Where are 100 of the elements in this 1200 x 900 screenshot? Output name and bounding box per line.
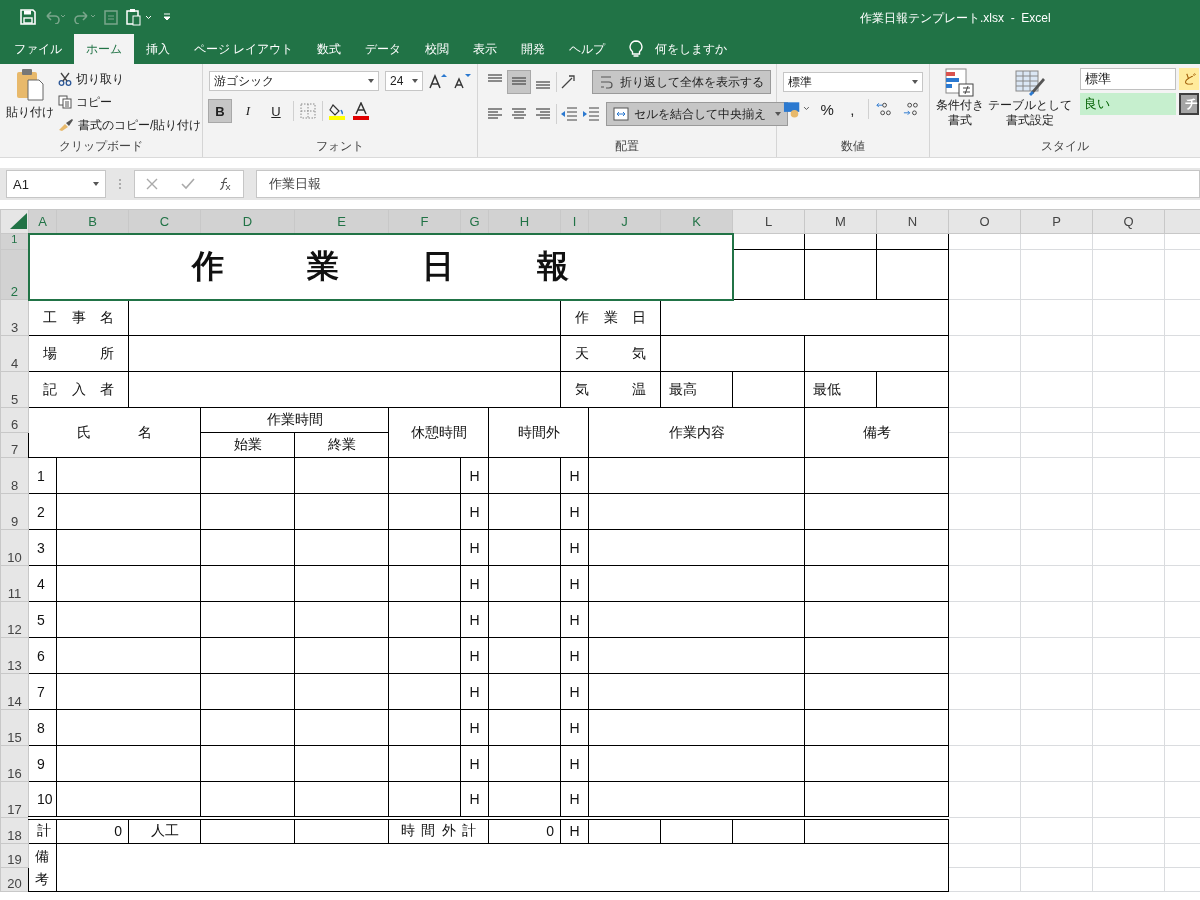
- row-header[interactable]: 10: [0, 529, 29, 566]
- row-header[interactable]: 4: [0, 335, 29, 372]
- row-header[interactable]: 15: [0, 709, 29, 746]
- function-icon[interactable]: [217, 177, 232, 191]
- cell-style-swatch[interactable]: 良い: [1080, 93, 1176, 115]
- column-header[interactable]: L: [732, 209, 805, 234]
- font-style-button[interactable]: B: [209, 100, 231, 122]
- ribbon-tab[interactable]: 表示: [461, 34, 510, 64]
- group-label: 数値: [840, 138, 866, 155]
- ribbon-tab[interactable]: ページ レイアウト: [182, 34, 306, 64]
- undo-icon[interactable]: [44, 10, 66, 24]
- font-color-icon[interactable]: [353, 102, 369, 120]
- row-header[interactable]: 18: [0, 817, 29, 844]
- column-header[interactable]: C: [128, 209, 201, 234]
- column-header[interactable]: G: [460, 209, 489, 234]
- ribbon-tab[interactable]: ヘルプ: [557, 34, 618, 64]
- ribbon-tab[interactable]: 数式: [305, 34, 354, 64]
- table-cell: 1: [28, 457, 57, 494]
- font-style-button[interactable]: U: [265, 100, 287, 122]
- row-header[interactable]: 19: [0, 843, 29, 868]
- borders-icon[interactable]: [300, 103, 316, 119]
- row-header[interactable]: 8: [0, 457, 29, 494]
- table-cell: H: [560, 493, 589, 530]
- increase-indent-icon[interactable]: [581, 105, 601, 123]
- wrap-text-button[interactable]: 折り返して全体を表示する: [593, 71, 770, 93]
- row-header[interactable]: 5: [0, 371, 29, 408]
- table-cell: H: [460, 637, 489, 674]
- column-header[interactable]: B: [56, 209, 129, 234]
- row-header[interactable]: 14: [0, 673, 29, 710]
- row-header[interactable]: 6: [0, 407, 29, 433]
- conditional-formatting-icon: [945, 68, 975, 98]
- column-header[interactable]: A: [28, 209, 57, 234]
- increase-font-size-icon[interactable]: [429, 73, 447, 89]
- paste-icon[interactable]: [126, 8, 154, 26]
- customize-icon[interactable]: [162, 12, 172, 22]
- font-name-dropdown[interactable]: 游ゴシック: [209, 71, 379, 91]
- column-header[interactable]: O: [948, 209, 1021, 234]
- table-cell: 0: [488, 817, 561, 844]
- checkmark-icon[interactable]: [181, 178, 195, 190]
- row-header[interactable]: 2: [0, 249, 29, 300]
- column-header[interactable]: J: [588, 209, 661, 234]
- decrease-indent-icon[interactable]: [559, 105, 579, 123]
- conditional-formatting-button[interactable]: 条件付き 書式: [936, 68, 984, 128]
- font-style-button[interactable]: I: [237, 100, 259, 122]
- column-header[interactable]: M: [804, 209, 877, 234]
- table-cell: H: [560, 817, 589, 844]
- cancel-icon[interactable]: [146, 178, 159, 190]
- percent-button[interactable]: %: [817, 100, 837, 118]
- column-header[interactable]: I: [560, 209, 589, 234]
- table-cell: H: [460, 709, 489, 746]
- column-header[interactable]: F: [388, 209, 461, 234]
- format-as-table-button[interactable]: テーブルとして 書式設定: [988, 68, 1072, 128]
- column-header[interactable]: Q: [1092, 209, 1165, 234]
- row-header[interactable]: 11: [0, 565, 29, 602]
- merge-center-button[interactable]: セルを結合して中央揃え: [607, 103, 787, 125]
- ribbon-tab[interactable]: ファイル: [2, 34, 74, 64]
- ribbon-tab[interactable]: ホーム: [74, 34, 134, 64]
- column-header[interactable]: E: [294, 209, 389, 234]
- clipboard-icon[interactable]: [104, 9, 118, 25]
- comma-button[interactable]: ,: [842, 100, 862, 118]
- vertical-align-icon[interactable]: [508, 71, 530, 93]
- name-box[interactable]: A1: [6, 170, 106, 198]
- row-header[interactable]: 20: [0, 867, 29, 892]
- column-header[interactable]: N: [876, 209, 949, 234]
- row-header[interactable]: 12: [0, 601, 29, 638]
- row-header[interactable]: 16: [0, 745, 29, 782]
- format-painter-button[interactable]: 書式のコピー/貼り付け: [58, 114, 202, 136]
- row-header[interactable]: 3: [0, 299, 29, 336]
- column-header[interactable]: H: [488, 209, 561, 234]
- cell-style-swatch[interactable]: ど: [1179, 68, 1199, 90]
- lightbulb-icon: [629, 40, 644, 58]
- cut-button[interactable]: 切り取り: [58, 68, 202, 90]
- ribbon-tab[interactable]: 挿入: [134, 34, 182, 64]
- fill-color-icon[interactable]: [329, 102, 347, 120]
- row-header[interactable]: 7: [0, 432, 29, 458]
- tell-me-field[interactable]: 何をしますか: [653, 41, 758, 57]
- column-header[interactable]: P: [1020, 209, 1093, 234]
- font-size-dropdown[interactable]: 24: [385, 71, 423, 91]
- table-cell: H: [460, 529, 489, 566]
- select-all-icon[interactable]: [8, 212, 28, 230]
- copy-button[interactable]: コピー: [58, 91, 202, 113]
- decrease-font-size-icon[interactable]: [453, 73, 471, 89]
- currency-icon[interactable]: [783, 100, 812, 118]
- table-cell: 6: [28, 637, 57, 674]
- row-header[interactable]: 17: [0, 781, 29, 818]
- ribbon-tab[interactable]: 校閲: [413, 34, 462, 64]
- ribbon-tab[interactable]: 開発: [509, 34, 558, 64]
- paste-button[interactable]: 貼り付け: [6, 68, 54, 136]
- save-icon[interactable]: [20, 9, 36, 25]
- row-header[interactable]: 13: [0, 637, 29, 674]
- redo-icon[interactable]: [74, 10, 96, 24]
- column-header[interactable]: K: [660, 209, 733, 234]
- cell-style-swatch[interactable]: 標準: [1080, 68, 1176, 90]
- ribbon-tab[interactable]: データ: [353, 34, 414, 64]
- table-cell: 4: [28, 565, 57, 602]
- formula-input[interactable]: 作業日報: [256, 170, 1200, 198]
- number-format-dropdown[interactable]: 標準: [783, 72, 923, 92]
- column-header[interactable]: D: [200, 209, 295, 234]
- row-header[interactable]: 9: [0, 493, 29, 530]
- table-cell: H: [460, 457, 489, 494]
